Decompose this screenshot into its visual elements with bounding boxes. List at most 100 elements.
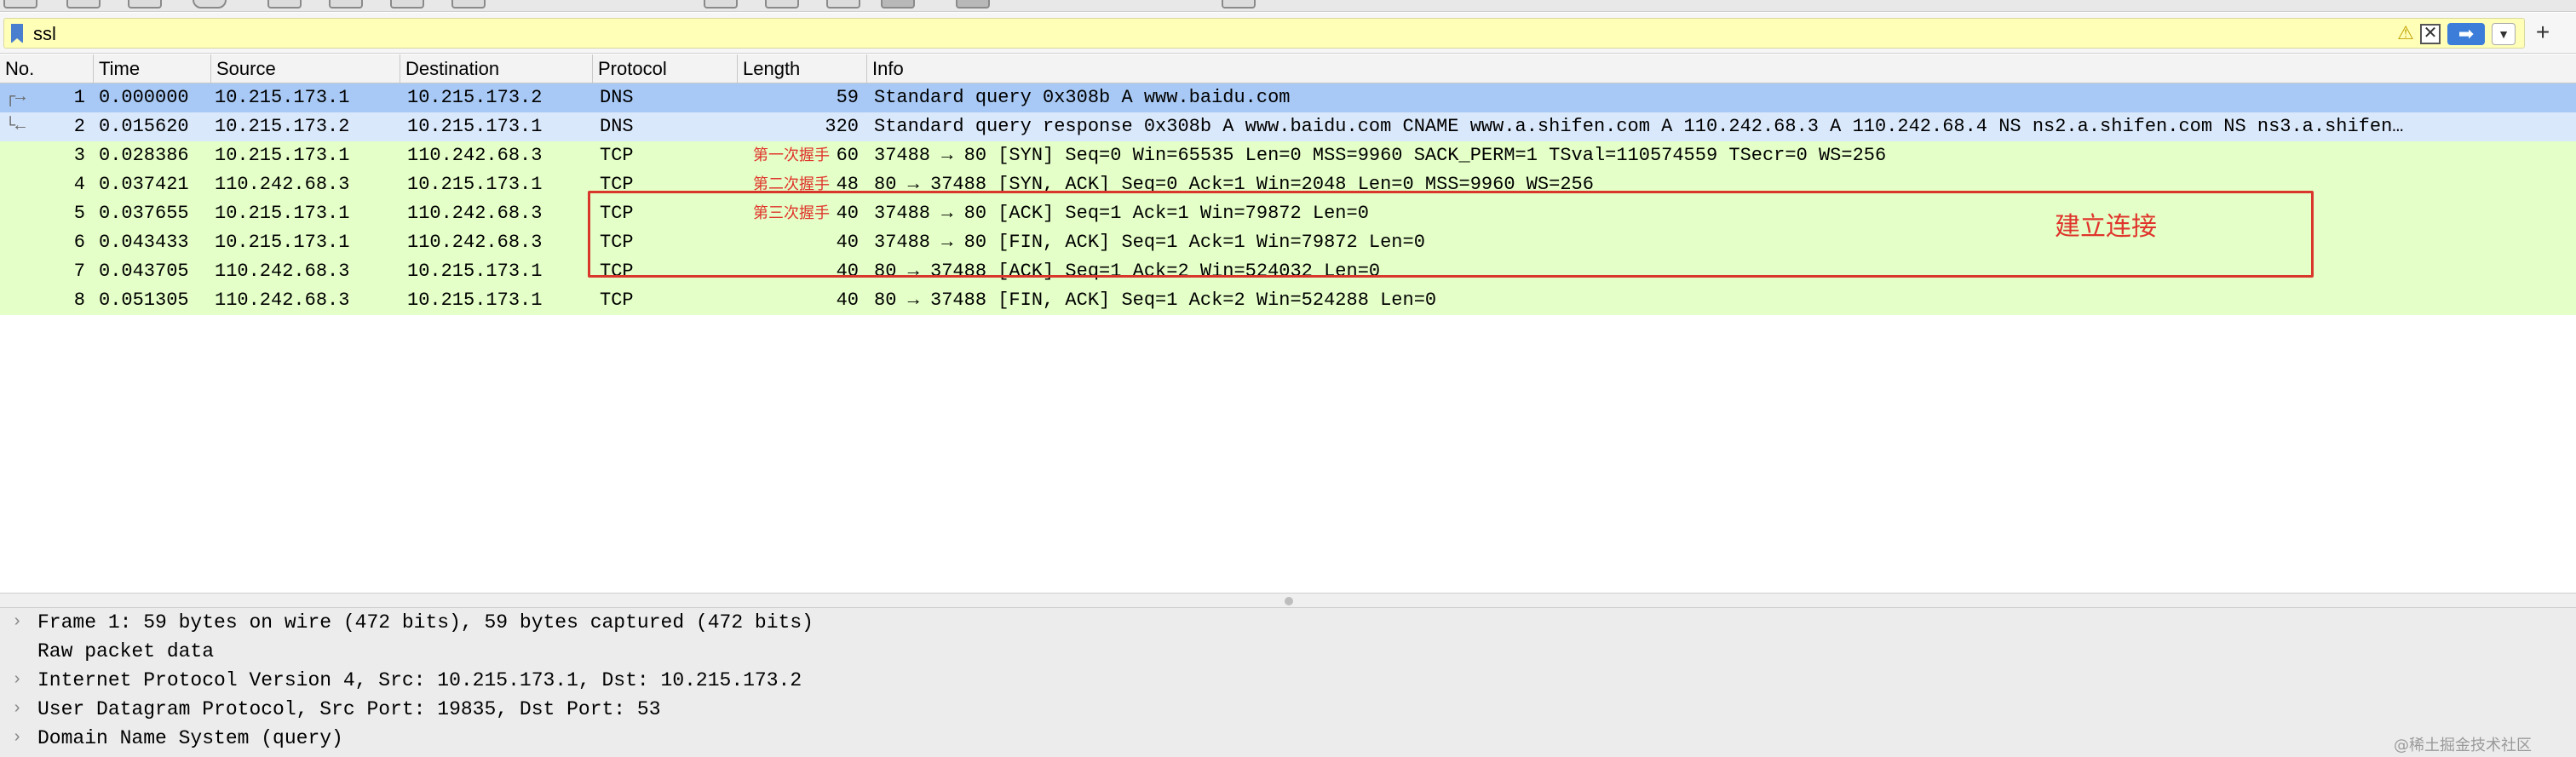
cell-destination: 110.242.68.3 <box>407 145 543 166</box>
cell-info: 37488 → 80 [SYN] Seq=0 Win=65535 Len=0 M… <box>874 145 1887 166</box>
toolbar-icon[interactable] <box>704 0 738 9</box>
display-filter-bar: ⚠ ✕ ➡ ▼ + <box>0 13 2576 54</box>
cell-time: 0.037421 <box>99 174 189 195</box>
toolbar-icon[interactable] <box>66 0 101 9</box>
packet-row[interactable]: 8 0.051305 110.242.68.3 10.215.173.1 TCP… <box>0 286 2576 315</box>
column-header-protocol[interactable]: Protocol <box>593 54 738 83</box>
watermark: @稀土掘金技术社区 <box>2394 737 2532 754</box>
detail-text: User Datagram Protocol, Src Port: 19835,… <box>37 698 661 720</box>
detail-item[interactable]: › Domain Name System (query) <box>0 724 2576 753</box>
cell-time: 0.043705 <box>99 261 189 282</box>
chevron-right-icon[interactable]: › <box>12 724 29 753</box>
cell-protocol: DNS <box>600 116 634 137</box>
cell-destination: 10.215.173.1 <box>407 116 543 137</box>
packet-row[interactable]: 3 0.028386 10.215.173.1 110.242.68.3 TCP… <box>0 141 2576 170</box>
plus-icon[interactable]: + <box>2530 20 2556 45</box>
chevron-down-icon[interactable]: ▼ <box>2492 23 2516 45</box>
toolbar-icon[interactable] <box>956 0 990 9</box>
cell-destination: 110.242.68.3 <box>407 203 543 224</box>
toolbar-icon[interactable] <box>267 0 302 9</box>
packet-row[interactable]: 4 0.037421 110.242.68.3 10.215.173.1 TCP… <box>0 170 2576 199</box>
chevron-right-icon[interactable]: › <box>12 666 29 695</box>
cell-source: 110.242.68.3 <box>215 174 350 195</box>
cell-info: 80 → 37488 [SYN, ACK] Seq=0 Ack=1 Win=20… <box>874 174 1594 195</box>
detail-text: Domain Name System (query) <box>37 727 343 749</box>
column-header-length[interactable]: Length <box>738 54 867 83</box>
cell-info: Standard query response 0x308b A www.bai… <box>874 116 2404 137</box>
cell-length: 40 <box>836 232 859 253</box>
toolbar-icon[interactable] <box>881 0 915 9</box>
toolbar-icon[interactable] <box>3 0 37 9</box>
detail-text: Raw packet data <box>37 640 215 662</box>
cell-protocol: TCP <box>600 290 634 311</box>
toolbar-icon[interactable] <box>193 0 227 9</box>
cell-source: 110.242.68.3 <box>215 290 350 311</box>
cell-no: 2 <box>73 116 85 137</box>
detail-item[interactable]: › User Datagram Protocol, Src Port: 1983… <box>0 695 2576 724</box>
packet-list: No. Time Source Destination Protocol Len… <box>0 54 2576 593</box>
detail-item[interactable]: › Internet Protocol Version 4, Src: 10.2… <box>0 666 2576 695</box>
clear-icon[interactable]: ✕ <box>2420 24 2441 44</box>
toolbar-icon[interactable] <box>765 0 799 9</box>
cell-no: 8 <box>73 290 85 311</box>
cell-info: 37488 → 80 [FIN, ACK] Seq=1 Ack=1 Win=79… <box>874 232 1425 253</box>
cell-protocol: DNS <box>600 87 634 108</box>
detail-item[interactable]: › Frame 1: 59 bytes on wire (472 bits), … <box>0 608 2576 637</box>
cell-protocol: TCP <box>600 232 634 253</box>
chevron-right-icon[interactable]: › <box>12 695 29 724</box>
detail-text: Frame 1: 59 bytes on wire (472 bits), 59… <box>37 611 814 634</box>
cell-destination: 110.242.68.3 <box>407 232 543 253</box>
cell-time: 0.037655 <box>99 203 189 224</box>
cell-time: 0.043433 <box>99 232 189 253</box>
toolbar-icon[interactable] <box>451 0 486 9</box>
cell-length: 40 <box>836 261 859 282</box>
apply-arrow-icon[interactable]: ➡ <box>2447 23 2485 45</box>
cell-no: 7 <box>73 261 85 282</box>
chevron-right-icon[interactable]: › <box>12 608 29 637</box>
cell-no: 1 <box>73 87 85 108</box>
cell-info: 37488 → 80 [ACK] Seq=1 Ack=1 Win=79872 L… <box>874 203 1369 224</box>
bookmark-icon[interactable] <box>11 24 23 43</box>
cell-destination: 10.215.173.1 <box>407 290 543 311</box>
cell-time: 0.028386 <box>99 145 189 166</box>
packet-details: › Frame 1: 59 bytes on wire (472 bits), … <box>0 608 2576 757</box>
toolbar-icon[interactable] <box>390 0 424 9</box>
packet-row[interactable]: ┌→ 1 0.000000 10.215.173.1 10.215.173.2 … <box>0 83 2576 112</box>
cell-no: 6 <box>73 232 85 253</box>
display-filter-field[interactable]: ⚠ ✕ ➡ ▼ <box>3 18 2525 49</box>
column-header-time[interactable]: Time <box>94 54 211 83</box>
packet-row[interactable]: 7 0.043705 110.242.68.3 10.215.173.1 TCP… <box>0 257 2576 286</box>
cell-protocol: TCP <box>600 261 634 282</box>
cell-info: Standard query 0x308b A www.baidu.com <box>874 87 1291 108</box>
toolbar-icon[interactable] <box>128 0 162 9</box>
cell-source: 10.215.173.2 <box>215 116 350 137</box>
cell-length: 59 <box>836 87 859 108</box>
cell-info: 80 → 37488 [FIN, ACK] Seq=1 Ack=2 Win=52… <box>874 290 1437 311</box>
splitter-handle-icon[interactable] <box>1285 597 1293 605</box>
toolbar-icon[interactable] <box>826 0 860 9</box>
cell-source: 110.242.68.3 <box>215 261 350 282</box>
column-header-source[interactable]: Source <box>211 54 400 83</box>
cell-length: 40 <box>836 203 859 224</box>
toolbar-icon[interactable] <box>1222 0 1256 9</box>
cell-time: 0.015620 <box>99 116 189 137</box>
toolbar-icon[interactable] <box>329 0 363 9</box>
cell-protocol: TCP <box>600 145 634 166</box>
column-header-info[interactable]: Info <box>867 54 2576 83</box>
detail-item[interactable]: Raw packet data <box>0 637 2576 666</box>
column-header-no[interactable]: No. <box>0 54 94 83</box>
packet-rows: ┌→ 1 0.000000 10.215.173.1 10.215.173.2 … <box>0 83 2576 315</box>
cell-source: 10.215.173.1 <box>215 203 350 224</box>
warning-icon: ⚠ <box>2397 22 2414 43</box>
column-header-destination[interactable]: Destination <box>400 54 593 83</box>
cell-protocol: TCP <box>600 203 634 224</box>
cell-source: 10.215.173.1 <box>215 145 350 166</box>
pane-splitter[interactable] <box>0 593 2576 608</box>
main-toolbar <box>0 0 2576 12</box>
display-filter-input[interactable] <box>33 22 2333 46</box>
cell-destination: 10.215.173.1 <box>407 174 543 195</box>
cell-destination: 10.215.173.1 <box>407 261 543 282</box>
cell-source: 10.215.173.1 <box>215 87 350 108</box>
cell-length: 320 <box>825 116 859 137</box>
packet-row[interactable]: └← 2 0.015620 10.215.173.2 10.215.173.1 … <box>0 112 2576 141</box>
